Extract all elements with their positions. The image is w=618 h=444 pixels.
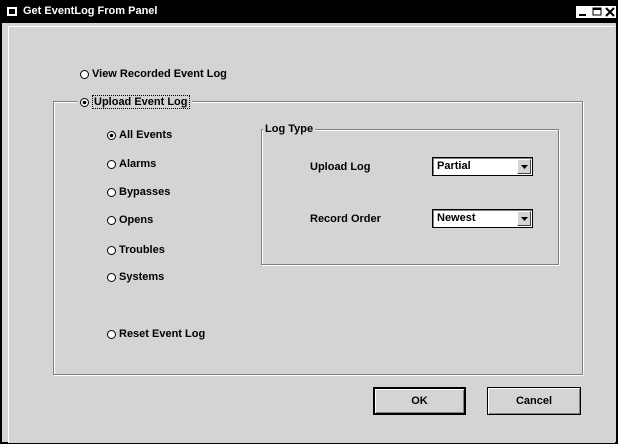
radio-checked-icon <box>107 130 116 140</box>
event-type-label: Troubles <box>119 244 165 256</box>
upload-log-label: Upload Log <box>310 161 371 173</box>
close-icon[interactable] <box>604 6 616 18</box>
radio-unchecked-icon <box>107 187 116 197</box>
radio-unchecked-icon <box>107 159 116 169</box>
radio-unchecked-icon <box>107 245 116 255</box>
radio-checked-icon <box>80 97 89 107</box>
view-recorded-radio[interactable]: View Recorded Event Log <box>80 67 227 81</box>
radio-unchecked-icon <box>80 69 89 79</box>
upload-event-log-radio[interactable]: Upload Event Log <box>78 95 192 109</box>
minimize-icon[interactable] <box>576 6 590 18</box>
log-type-group <box>261 129 559 265</box>
event-type-radio-troubles[interactable]: Troubles <box>107 243 165 257</box>
radio-unchecked-icon <box>107 272 116 282</box>
cancel-button-label: Cancel <box>515 395 553 407</box>
cancel-button[interactable]: Cancel <box>487 387 581 415</box>
upload-log-dropdown[interactable]: Partial <box>432 157 533 176</box>
radio-unchecked-icon <box>107 215 116 225</box>
dialog-window: Get EventLog From Panel View Recorded Ev… <box>0 0 618 444</box>
upload-event-log-label: Upload Event Log <box>92 95 190 109</box>
maximize-icon[interactable] <box>590 6 604 18</box>
record-order-label: Record Order <box>310 213 381 225</box>
event-type-label: Bypasses <box>119 186 171 198</box>
upload-log-value: Partial <box>437 160 471 172</box>
record-order-dropdown[interactable]: Newest <box>432 209 533 228</box>
dialog-client-area: View Recorded Event Log Upload Event Log… <box>8 26 615 443</box>
chevron-down-icon[interactable] <box>517 159 531 174</box>
chevron-down-icon[interactable] <box>517 211 531 226</box>
ok-button-label: OK <box>411 395 428 407</box>
radio-unchecked-icon <box>107 329 116 339</box>
window-title: Get EventLog From Panel <box>23 5 158 17</box>
reset-event-log-label: Reset Event Log <box>119 328 206 340</box>
title-bar[interactable]: Get EventLog From Panel <box>2 1 618 23</box>
event-type-radio-all-events[interactable]: All Events <box>107 128 172 142</box>
event-type-label: Systems <box>119 271 165 283</box>
event-type-label: All Events <box>119 129 173 141</box>
log-type-legend: Log Type <box>263 123 316 135</box>
event-type-label: Alarms <box>119 158 157 170</box>
view-recorded-label: View Recorded Event Log <box>92 68 227 80</box>
record-order-value: Newest <box>437 212 476 224</box>
event-type-radio-alarms[interactable]: Alarms <box>107 157 156 171</box>
ok-button[interactable]: OK <box>373 387 466 415</box>
app-icon[interactable] <box>7 7 17 16</box>
event-type-radio-bypasses[interactable]: Bypasses <box>107 185 170 199</box>
event-type-label: Opens <box>119 214 154 226</box>
event-type-radio-systems[interactable]: Systems <box>107 270 164 284</box>
event-type-radio-opens[interactable]: Opens <box>107 213 153 227</box>
reset-event-log-radio[interactable]: Reset Event Log <box>107 327 205 341</box>
